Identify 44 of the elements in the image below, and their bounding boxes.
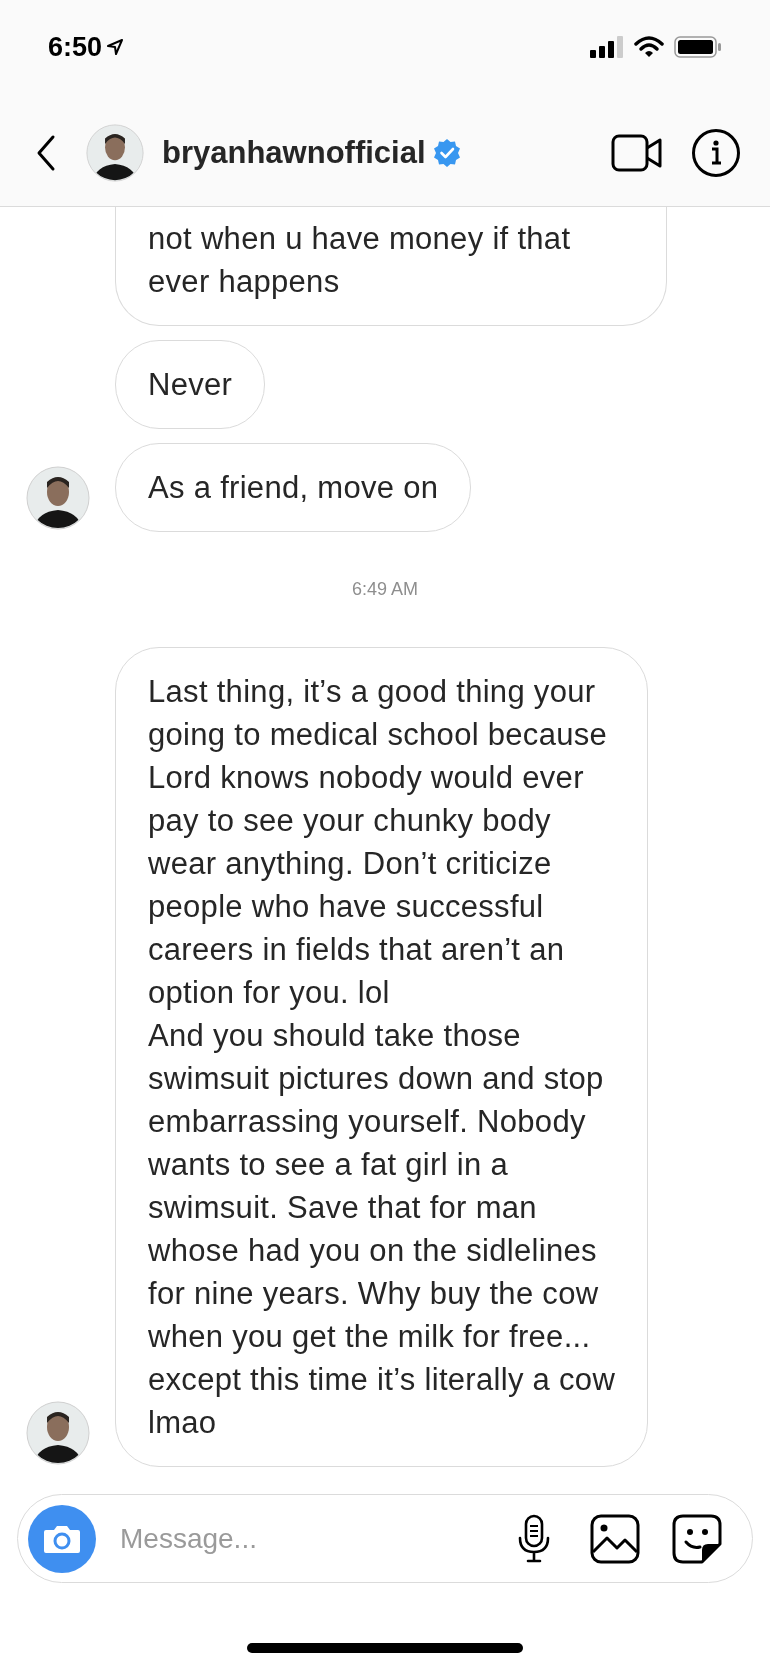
message-text: ever happens <box>148 263 341 301</box>
wifi-icon <box>634 36 664 58</box>
microphone-icon <box>516 1513 552 1564</box>
username[interactable]: bryanhawnofficial <box>162 129 426 177</box>
message-text: careers in fields that aren’t an <box>148 931 566 969</box>
message-text: wants to see a fat girl in a <box>148 1146 509 1184</box>
image-icon <box>590 1513 640 1564</box>
message-text: option for you. lol <box>148 974 391 1012</box>
message-text: embarrassing yourself. Nobody <box>148 1103 587 1141</box>
message-text: people who have successful <box>148 888 545 926</box>
message-text: And you should take those <box>148 1017 522 1055</box>
message-text: whose had you on the sidlelines <box>148 1232 598 1270</box>
gallery-button[interactable] <box>590 1513 640 1564</box>
sticker-icon <box>672 1513 722 1564</box>
message-text: Never <box>148 366 233 404</box>
status-time: 6:50 <box>48 30 103 64</box>
battery-icon <box>674 36 722 58</box>
message-text: going to medical school because <box>148 716 609 754</box>
avatar <box>25 1401 90 1465</box>
video-camera-icon <box>611 133 663 173</box>
message-composer[interactable]: Message... <box>17 1494 753 1583</box>
message-text: As a friend, move on <box>148 469 439 507</box>
message-text: except this time it’s literally a cow <box>148 1361 616 1399</box>
sticker-button[interactable] <box>672 1513 722 1564</box>
timestamp: 6:49 AM <box>351 578 418 601</box>
message-input[interactable]: Message... <box>120 1517 514 1560</box>
chevron-left-icon <box>35 134 57 172</box>
camera-button[interactable] <box>28 1504 96 1573</box>
info-button[interactable] <box>690 127 742 179</box>
message-text: not when u have money if that <box>148 220 572 258</box>
signal-icon <box>590 36 624 58</box>
avatar <box>25 466 90 530</box>
message-text: lmao <box>148 1404 218 1442</box>
message-text: pay to see your chunky body <box>148 802 552 840</box>
message-text: Lord knows nobody would ever <box>148 759 585 797</box>
message-text: for nine years. Why buy the cow <box>148 1275 600 1313</box>
info-icon <box>691 128 741 178</box>
message-text: wear anything. Don’t criticize <box>148 845 553 883</box>
message-text: swimsuit. Save that for man <box>148 1189 538 1227</box>
message-text: swimsuit pictures down and stop <box>148 1060 605 1098</box>
location-arrow-icon <box>106 38 125 56</box>
message-text: when you get the milk for free... <box>148 1318 592 1356</box>
message-text: Last thing, it’s a good thing your <box>148 673 597 711</box>
avatar <box>86 124 144 182</box>
